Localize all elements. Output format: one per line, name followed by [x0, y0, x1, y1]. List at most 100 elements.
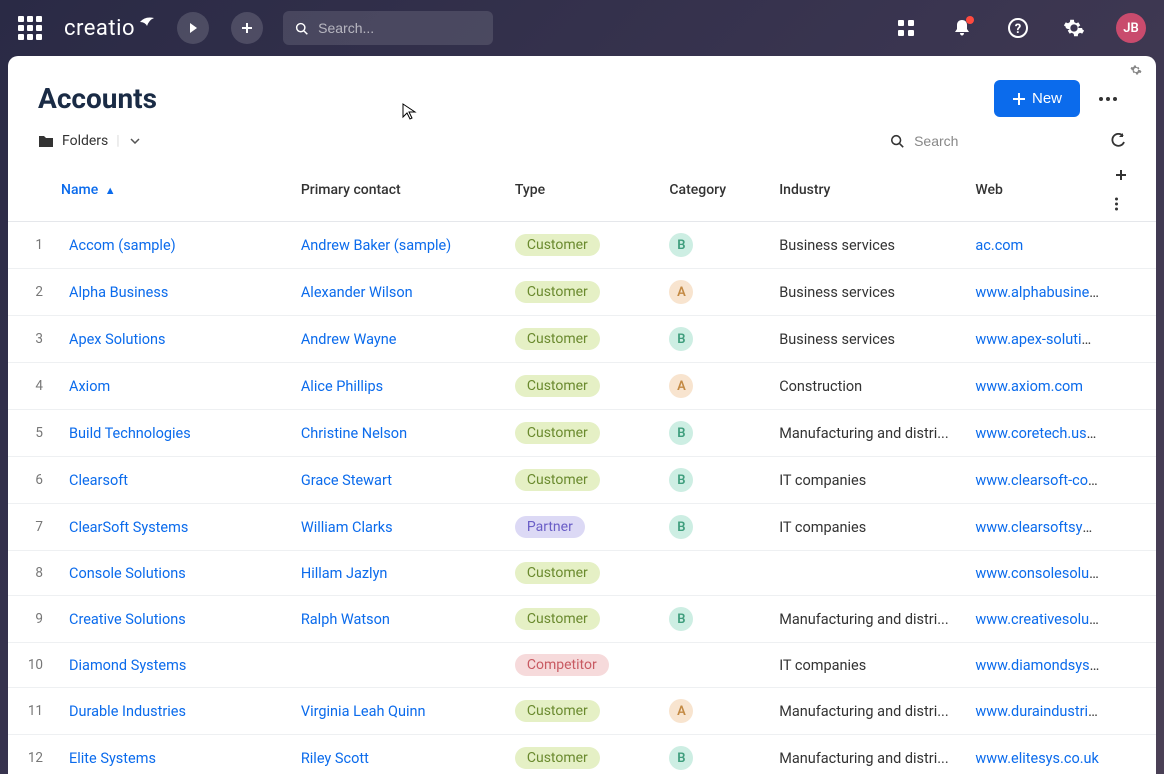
svg-text:?: ?	[1015, 22, 1021, 37]
col-header-name[interactable]: Name ▲	[61, 159, 293, 222]
web-link[interactable]: www.coretech.us.com	[975, 425, 1107, 442]
table-search-input[interactable]	[914, 133, 1090, 149]
category-badge: B	[669, 607, 693, 631]
more-actions-button[interactable]	[1090, 81, 1126, 117]
web-link[interactable]: www.elitesys.co.uk	[975, 750, 1098, 767]
type-badge: Customer	[515, 234, 600, 256]
contact-link[interactable]: Christine Nelson	[301, 425, 407, 442]
account-name-link[interactable]: Axiom	[69, 378, 110, 395]
account-name-link[interactable]: Durable Industries	[69, 703, 186, 720]
table-row[interactable]: 7 ClearSoft Systems William Clarks Partn…	[8, 504, 1156, 551]
row-index: 8	[8, 551, 61, 596]
table-search[interactable]	[890, 133, 1090, 149]
table-row[interactable]: 5 Build Technologies Christine Nelson Cu…	[8, 410, 1156, 457]
web-link[interactable]: www.apex-solutions.com	[975, 331, 1107, 348]
panel-settings-icon[interactable]	[1130, 64, 1142, 76]
contact-link[interactable]: Alice Phillips	[301, 378, 383, 395]
category-badge: B	[669, 515, 693, 539]
row-index: 5	[8, 410, 61, 457]
web-link[interactable]: www.axiom.com	[975, 378, 1083, 395]
contact-link[interactable]: William Clarks	[301, 519, 393, 536]
table-row[interactable]: 8 Console Solutions Hillam Jazlyn Custom…	[8, 551, 1156, 596]
col-header-web[interactable]: Web	[967, 159, 1107, 222]
play-button[interactable]	[177, 12, 209, 44]
settings-icon[interactable]	[1058, 12, 1090, 44]
notifications-icon[interactable]	[946, 12, 978, 44]
row-index: 3	[8, 316, 61, 363]
table-row[interactable]: 6 Clearsoft Grace Stewart Customer B IT …	[8, 457, 1156, 504]
account-name-link[interactable]: Apex Solutions	[69, 331, 166, 348]
logo[interactable]: creatio	[64, 16, 155, 41]
account-name-link[interactable]: Diamond Systems	[69, 657, 186, 674]
contact-link[interactable]: Grace Stewart	[301, 472, 392, 489]
col-header-type[interactable]: Type	[507, 159, 662, 222]
account-name-link[interactable]: Build Technologies	[69, 425, 191, 442]
table-row[interactable]: 3 Apex Solutions Andrew Wayne Customer B…	[8, 316, 1156, 363]
web-link[interactable]: www.alphabusiness.com	[975, 284, 1107, 301]
account-name-link[interactable]: Creative Solutions	[69, 611, 186, 628]
marketplace-icon[interactable]	[890, 12, 922, 44]
industry-cell: Business services	[771, 222, 967, 269]
account-name-link[interactable]: Elite Systems	[69, 750, 156, 767]
web-link[interactable]: www.consolesolutions	[975, 565, 1107, 582]
help-icon[interactable]: ?	[1002, 12, 1034, 44]
row-index: 7	[8, 504, 61, 551]
web-link[interactable]: ac.com	[975, 237, 1023, 254]
contact-link[interactable]: Andrew Baker (sample)	[301, 237, 451, 254]
type-badge: Partner	[515, 516, 585, 538]
chevron-down-icon	[130, 138, 140, 144]
user-avatar[interactable]: JB	[1116, 13, 1146, 43]
table-row[interactable]: 9 Creative Solutions Ralph Watson Custom…	[8, 596, 1156, 643]
logo-bird-icon	[139, 16, 155, 28]
add-button[interactable]	[231, 12, 263, 44]
table-row[interactable]: 4 Axiom Alice Phillips Customer A Constr…	[8, 363, 1156, 410]
add-column-button[interactable]	[1115, 169, 1136, 181]
apps-menu-icon[interactable]	[18, 16, 42, 40]
table-row[interactable]: 1 Accom (sample) Andrew Baker (sample) C…	[8, 222, 1156, 269]
contact-link[interactable]: Riley Scott	[301, 750, 369, 767]
contact-link[interactable]: Virginia Leah Quinn	[301, 703, 426, 720]
table-row[interactable]: 12 Elite Systems Riley Scott Customer B …	[8, 735, 1156, 774]
new-button[interactable]: New	[994, 80, 1080, 117]
account-name-link[interactable]: Console Solutions	[69, 565, 186, 582]
row-index: 12	[8, 735, 61, 774]
table-row[interactable]: 10 Diamond Systems Competitor IT compani…	[8, 643, 1156, 688]
avatar-initials: JB	[1123, 21, 1139, 36]
category-badge: B	[669, 746, 693, 770]
industry-cell: IT companies	[771, 643, 967, 688]
industry-cell: Manufacturing and distri...	[771, 735, 967, 774]
contact-link[interactable]: Andrew Wayne	[301, 331, 397, 348]
table-row[interactable]: 2 Alpha Business Alexander Wilson Custom…	[8, 269, 1156, 316]
web-link[interactable]: www.clearsoft-corporate	[975, 472, 1107, 489]
account-name-link[interactable]: Alpha Business	[69, 284, 168, 301]
account-name-link[interactable]: Clearsoft	[69, 472, 128, 489]
type-badge: Customer	[515, 747, 600, 769]
category-badge: A	[669, 374, 693, 398]
folders-dropdown[interactable]	[130, 138, 140, 144]
contact-link[interactable]: Hillam Jazlyn	[301, 565, 388, 582]
folders-button[interactable]: Folders	[38, 133, 108, 149]
web-link[interactable]: www.duraindustries.com	[975, 703, 1107, 720]
global-search[interactable]	[283, 11, 493, 45]
column-menu-button[interactable]	[1115, 197, 1136, 211]
row-index: 1	[8, 222, 61, 269]
account-name-link[interactable]: ClearSoft Systems	[69, 519, 188, 536]
col-header-category[interactable]: Category	[661, 159, 771, 222]
row-index: 2	[8, 269, 61, 316]
row-index: 4	[8, 363, 61, 410]
sort-asc-icon: ▲	[105, 184, 116, 197]
web-link[interactable]: www.clearsoftsys.com	[975, 519, 1107, 536]
web-link[interactable]: www.diamondsys-co	[975, 657, 1107, 674]
type-badge: Customer	[515, 328, 600, 350]
account-name-link[interactable]: Accom (sample)	[69, 237, 176, 254]
table-row[interactable]: 11 Durable Industries Virginia Leah Quin…	[8, 688, 1156, 735]
col-header-contact[interactable]: Primary contact	[293, 159, 507, 222]
web-link[interactable]: www.creativesolutions	[975, 611, 1107, 628]
contact-link[interactable]: Alexander Wilson	[301, 284, 413, 301]
ellipsis-icon	[1099, 97, 1117, 101]
category-badge: B	[669, 468, 693, 492]
col-header-industry[interactable]: Industry	[771, 159, 967, 222]
contact-link[interactable]: Ralph Watson	[301, 611, 390, 628]
global-search-input[interactable]	[318, 20, 481, 36]
refresh-button[interactable]	[1110, 133, 1126, 149]
